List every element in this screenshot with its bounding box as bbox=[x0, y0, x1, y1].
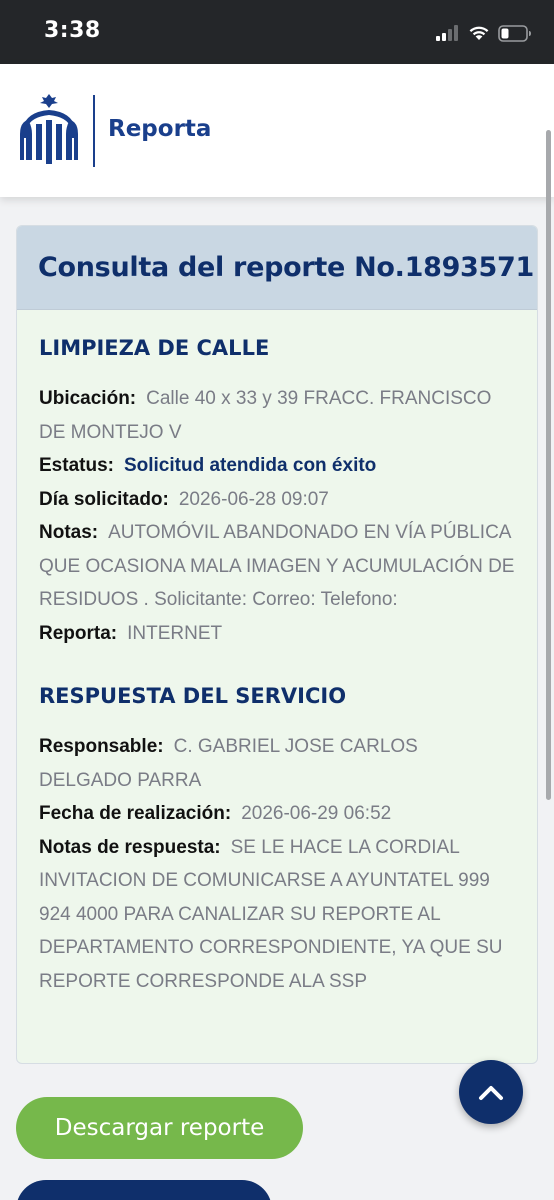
field-dia-label: Día solicitado: bbox=[39, 488, 169, 510]
field-dia-solicitado: Día solicitado: 2026-06-28 09:07 bbox=[39, 483, 515, 517]
cellular-signal-icon bbox=[436, 25, 458, 41]
chevron-up-icon bbox=[479, 1086, 503, 1100]
field-notas-respuesta-label: Notas de respuesta: bbox=[39, 836, 221, 858]
secondary-action-button[interactable] bbox=[16, 1180, 272, 1200]
header-divider bbox=[93, 95, 95, 167]
report-card-header: Consulta del reporte No.1893571 bbox=[17, 226, 537, 310]
field-ubicacion-label: Ubicación: bbox=[39, 388, 137, 409]
field-reporta-label: Reporta: bbox=[39, 622, 118, 644]
download-report-button[interactable]: Descargar reporte bbox=[16, 1097, 303, 1159]
field-ubicacion: Ubicación: Calle 40 x 33 y 39 FRACC. FRAN… bbox=[39, 382, 515, 449]
field-notas-respuesta: Notas de respuesta: SE LE HACE LA CORDIAL… bbox=[39, 831, 515, 999]
field-estatus-label: Estatus: bbox=[39, 455, 114, 476]
scrollbar[interactable] bbox=[546, 130, 551, 800]
field-estatus-value: Solicitud atendida con éxito bbox=[123, 455, 377, 476]
field-reporta: Reporta: INTERNET bbox=[39, 617, 515, 651]
report-category: LIMPIEZA DE CALLE bbox=[39, 336, 270, 360]
field-reporta-value: INTERNET bbox=[127, 622, 223, 644]
field-notas-label: Notas: bbox=[39, 522, 99, 543]
status-icons bbox=[436, 22, 532, 44]
field-estatus: Estatus: Solicitud atendida con éxito bbox=[39, 449, 515, 483]
field-responsable: Responsable: C. GABRIEL JOSE CARLOS DELGA… bbox=[39, 730, 515, 797]
field-fecha-label: Fecha de realización: bbox=[39, 803, 232, 824]
report-title: Consulta del reporte No.1893571 bbox=[38, 252, 535, 283]
field-responsable-label: Responsable: bbox=[39, 736, 164, 757]
scroll-top-button[interactable] bbox=[459, 1060, 523, 1124]
field-fecha-value: 2026-06-29 06:52 bbox=[241, 803, 392, 824]
field-notas: Notas: AUTOMÓVIL ABANDONADO EN VÍA PÚBLIC… bbox=[39, 516, 515, 617]
field-notas-value: AUTOMÓVIL ABANDONADO EN VÍA PÚBLICA QUE … bbox=[39, 522, 515, 610]
field-fecha-realizacion: Fecha de realización: 2026-06-29 06:52 bbox=[39, 797, 515, 831]
status-time: 3:38 bbox=[44, 18, 101, 43]
municipal-logo bbox=[20, 94, 78, 164]
status-bar: 3:38 bbox=[0, 0, 554, 64]
field-dia-value: 2026-06-28 09:07 bbox=[178, 488, 329, 510]
response-section-title: RESPUESTA DEL SERVICIO bbox=[39, 684, 347, 708]
field-notas-respuesta-value: SE LE HACE LA CORDIAL INVITACION DE COMU… bbox=[39, 836, 503, 992]
header-title: Reporta bbox=[108, 116, 212, 142]
wifi-icon bbox=[469, 26, 489, 40]
report-card-body: LIMPIEZA DE CALLE Ubicación: Calle 40 x 3… bbox=[17, 310, 537, 998]
report-card: Consulta del reporte No.1893571 LIMPIEZA… bbox=[16, 225, 538, 1064]
battery-icon bbox=[498, 24, 531, 42]
app-header: Reporta bbox=[0, 64, 554, 197]
